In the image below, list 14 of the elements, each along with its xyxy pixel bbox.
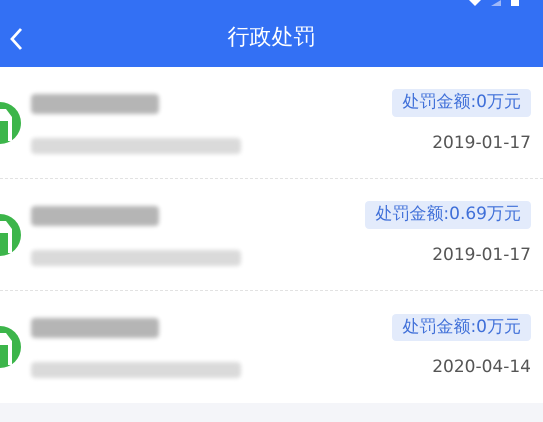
record-date: 2019-01-17 [432,132,531,154]
penalty-record[interactable]: 处罚金额:0万元 2019-01-17 [0,67,543,179]
penalty-amount-tag: 处罚金额:0万元 [392,89,531,116]
record-date: 2019-01-17 [432,244,531,266]
wifi-icon [469,0,481,6]
penalty-amount-tag: 处罚金额:0.69万元 [365,201,531,228]
signal-icon [491,0,501,6]
record-date: 2020-04-14 [432,356,531,379]
penalty-record[interactable]: 处罚金额:0.69万元 2019-01-17 [0,179,543,291]
penalty-record[interactable]: 处罚金额:0万元 2020-04-14 [0,291,543,403]
page-title: 行政处罚 [228,24,316,52]
penalty-amount-tag: 处罚金额:0万元 [392,314,531,341]
back-icon [9,27,23,51]
battery-icon [511,0,519,6]
